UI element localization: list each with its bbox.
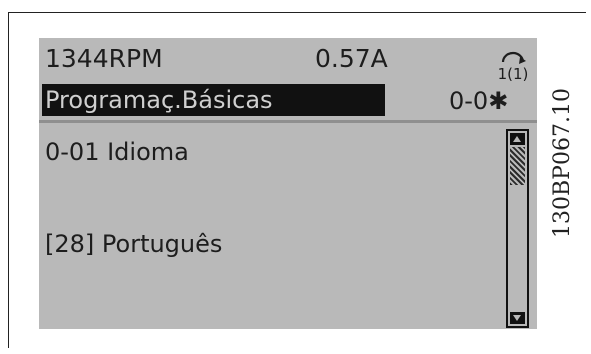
scrollbar-thumb[interactable]	[510, 147, 525, 185]
menu-number: 0-0✱	[449, 87, 509, 115]
parameter-name: 0-01 Idioma	[45, 138, 189, 166]
parameter-value[interactable]: [28] Português	[45, 230, 222, 258]
arrow-down-icon[interactable]	[510, 312, 525, 324]
arrow-up-icon[interactable]	[510, 133, 525, 145]
setup-cycle-icon: 1(1)	[498, 51, 529, 82]
setup-indicator: 1(1)	[498, 65, 529, 82]
speed-readout: 1344RPM	[45, 44, 163, 73]
menu-title: Programaç.Básicas	[45, 86, 273, 114]
figure-code: 130BP067.10	[550, 88, 575, 238]
current-readout: 0.57A	[315, 44, 388, 73]
divider	[39, 120, 537, 123]
lcd-display: 1344RPM 0.57A 1(1) Programaç.Básicas 0-0…	[39, 38, 537, 329]
scrollbar[interactable]	[506, 129, 529, 328]
